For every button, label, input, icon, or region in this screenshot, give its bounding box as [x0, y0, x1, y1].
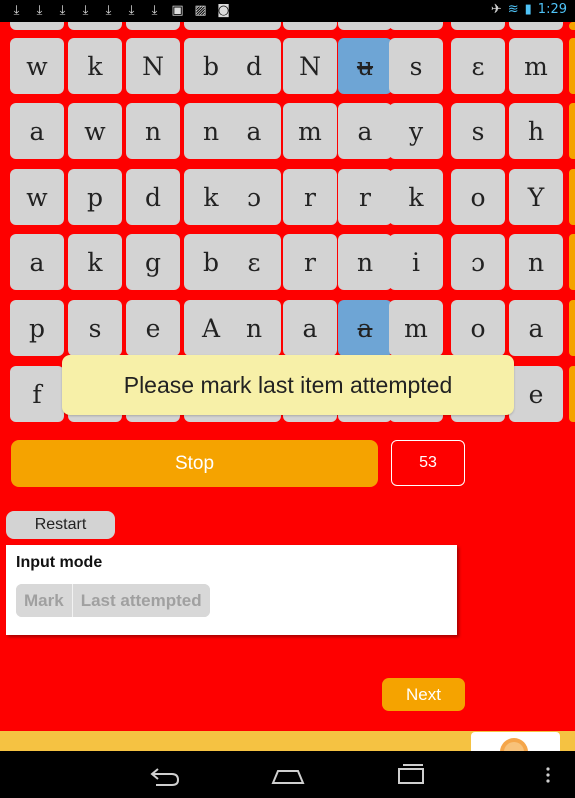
next-button[interactable]: Next — [382, 678, 465, 711]
grid-cell[interactable]: o — [451, 300, 505, 356]
bluetooth-icon: ✈ — [490, 2, 502, 17]
edge-tab — [569, 366, 575, 422]
mode-last-attempted-button[interactable]: Last attempted — [71, 584, 210, 617]
download-icon: ⤓ — [151, 3, 158, 18]
download-icon: ⤓ — [105, 3, 112, 18]
grid-cell-partial[interactable] — [509, 22, 563, 30]
edge-tab — [569, 103, 575, 159]
grid-cell-partial[interactable] — [68, 22, 122, 30]
edge-tab — [569, 169, 575, 225]
grid-cell[interactable]: ɛ — [451, 38, 505, 94]
grid-cell-partial[interactable] — [10, 22, 64, 30]
restart-button[interactable]: Restart — [6, 511, 115, 539]
grid-cell[interactable]: f — [10, 366, 64, 422]
clock: 1:29 — [537, 2, 567, 17]
grid-cell[interactable]: p — [68, 169, 122, 225]
grid-cell[interactable]: a — [10, 234, 64, 290]
grid-cell[interactable]: a — [509, 300, 563, 356]
grid-cell[interactable]: m — [283, 103, 337, 159]
grid-cell[interactable]: g — [126, 234, 180, 290]
tooltip-message: Please mark last item attempted — [62, 355, 514, 415]
gallery-icon: ▨ — [194, 3, 207, 18]
edge-tab — [569, 22, 575, 30]
grid-cell[interactable]: s — [389, 38, 443, 94]
grid-cell[interactable]: w — [68, 103, 122, 159]
edge-tab — [569, 300, 575, 356]
grid-cell[interactable]: k — [68, 38, 122, 94]
grid-cell[interactable]: y — [389, 103, 443, 159]
back-icon[interactable] — [148, 761, 182, 787]
grid-cell[interactable]: a — [227, 103, 281, 159]
edge-tab — [569, 234, 575, 290]
grid-cell[interactable]: a — [283, 300, 337, 356]
grid-cell[interactable]: h — [509, 103, 563, 159]
system-icons: ✈ ≋ ▮ 1:29 — [491, 2, 567, 17]
wifi-icon: ≋ — [507, 2, 519, 17]
grid-cell[interactable]: n — [126, 103, 180, 159]
edge-tab — [569, 38, 575, 94]
grid-cell[interactable]: Y — [509, 169, 563, 225]
download-icon: ⤓ — [82, 3, 89, 18]
input-mode-toggle: Mark Last attempted — [16, 584, 210, 617]
grid-cell-partial[interactable] — [389, 22, 443, 30]
grid-cell[interactable]: a — [10, 103, 64, 159]
download-icon: ⤓ — [13, 3, 20, 18]
grid-cell[interactable]: N — [126, 38, 180, 94]
logo — [471, 732, 560, 751]
recent-apps-icon[interactable] — [394, 761, 428, 787]
grid-cell[interactable]: ɔ — [227, 169, 281, 225]
clipboard-icon: ▣ — [171, 3, 184, 18]
input-mode-title: Input mode — [16, 554, 103, 571]
grid-cell-partial[interactable] — [283, 22, 337, 30]
download-icon: ⤓ — [59, 3, 66, 18]
grid-cell[interactable]: ɔ — [451, 234, 505, 290]
grid-cell[interactable]: s — [68, 300, 122, 356]
grid-cell[interactable]: w — [10, 38, 64, 94]
grid-cell[interactable]: e — [126, 300, 180, 356]
download-icon: ⤓ — [128, 3, 135, 18]
grid-cell[interactable]: n — [227, 300, 281, 356]
grid-cell[interactable]: n — [338, 234, 392, 290]
input-mode-panel: Input mode Mark Last attempted — [6, 545, 457, 635]
grid-cell[interactable]: a — [338, 103, 392, 159]
grid-cell[interactable]: N — [283, 38, 337, 94]
grid-cell[interactable]: ɛ — [227, 234, 281, 290]
grid-cell[interactable]: n — [509, 234, 563, 290]
grid-cell[interactable]: k — [389, 169, 443, 225]
grid-cell[interactable]: r — [283, 234, 337, 290]
grid-cell[interactable]: i — [389, 234, 443, 290]
grid-cell[interactable]: w — [10, 169, 64, 225]
download-icon: ⤓ — [36, 3, 43, 18]
grid-cell[interactable]: r — [283, 169, 337, 225]
orange-logo-icon — [500, 738, 528, 751]
grid-cell[interactable]: m — [509, 38, 563, 94]
grid-cell[interactable]: d — [126, 169, 180, 225]
status-bar: ⤓ ⤓ ⤓ ⤓ ⤓ ⤓ ⤓ ▣ ▨ ◙ ✈ ≋ ▮ 1:29 — [0, 0, 575, 22]
home-icon[interactable] — [270, 761, 306, 787]
grid-cell[interactable]: ʉ — [338, 38, 392, 94]
grid-cell[interactable]: e — [509, 366, 563, 422]
grid-cell[interactable]: m — [389, 300, 443, 356]
grid-cell[interactable]: a — [338, 300, 392, 356]
camera-icon: ◙ — [217, 3, 230, 18]
grid-cell[interactable]: s — [451, 103, 505, 159]
stop-button[interactable]: Stop — [11, 440, 378, 487]
grid-cell[interactable]: d — [227, 38, 281, 94]
grid-cell[interactable]: r — [338, 169, 392, 225]
grid-cell[interactable]: o — [451, 169, 505, 225]
grid-cell[interactable]: p — [10, 300, 64, 356]
timer-counter: 53 — [391, 440, 465, 486]
menu-icon[interactable] — [542, 761, 554, 787]
battery-icon: ▮ — [524, 2, 532, 17]
grid-cell-partial[interactable] — [227, 22, 281, 30]
grid-cell-partial[interactable] — [451, 22, 505, 30]
mode-mark-button[interactable]: Mark — [16, 584, 72, 617]
navigation-bar — [0, 751, 575, 798]
grid-cell-partial[interactable] — [126, 22, 180, 30]
grid-cell-partial[interactable] — [338, 22, 392, 30]
notification-icons: ⤓ ⤓ ⤓ ⤓ ⤓ ⤓ ⤓ ▣ ▨ ◙ — [8, 2, 232, 19]
grid-cell[interactable]: k — [68, 234, 122, 290]
